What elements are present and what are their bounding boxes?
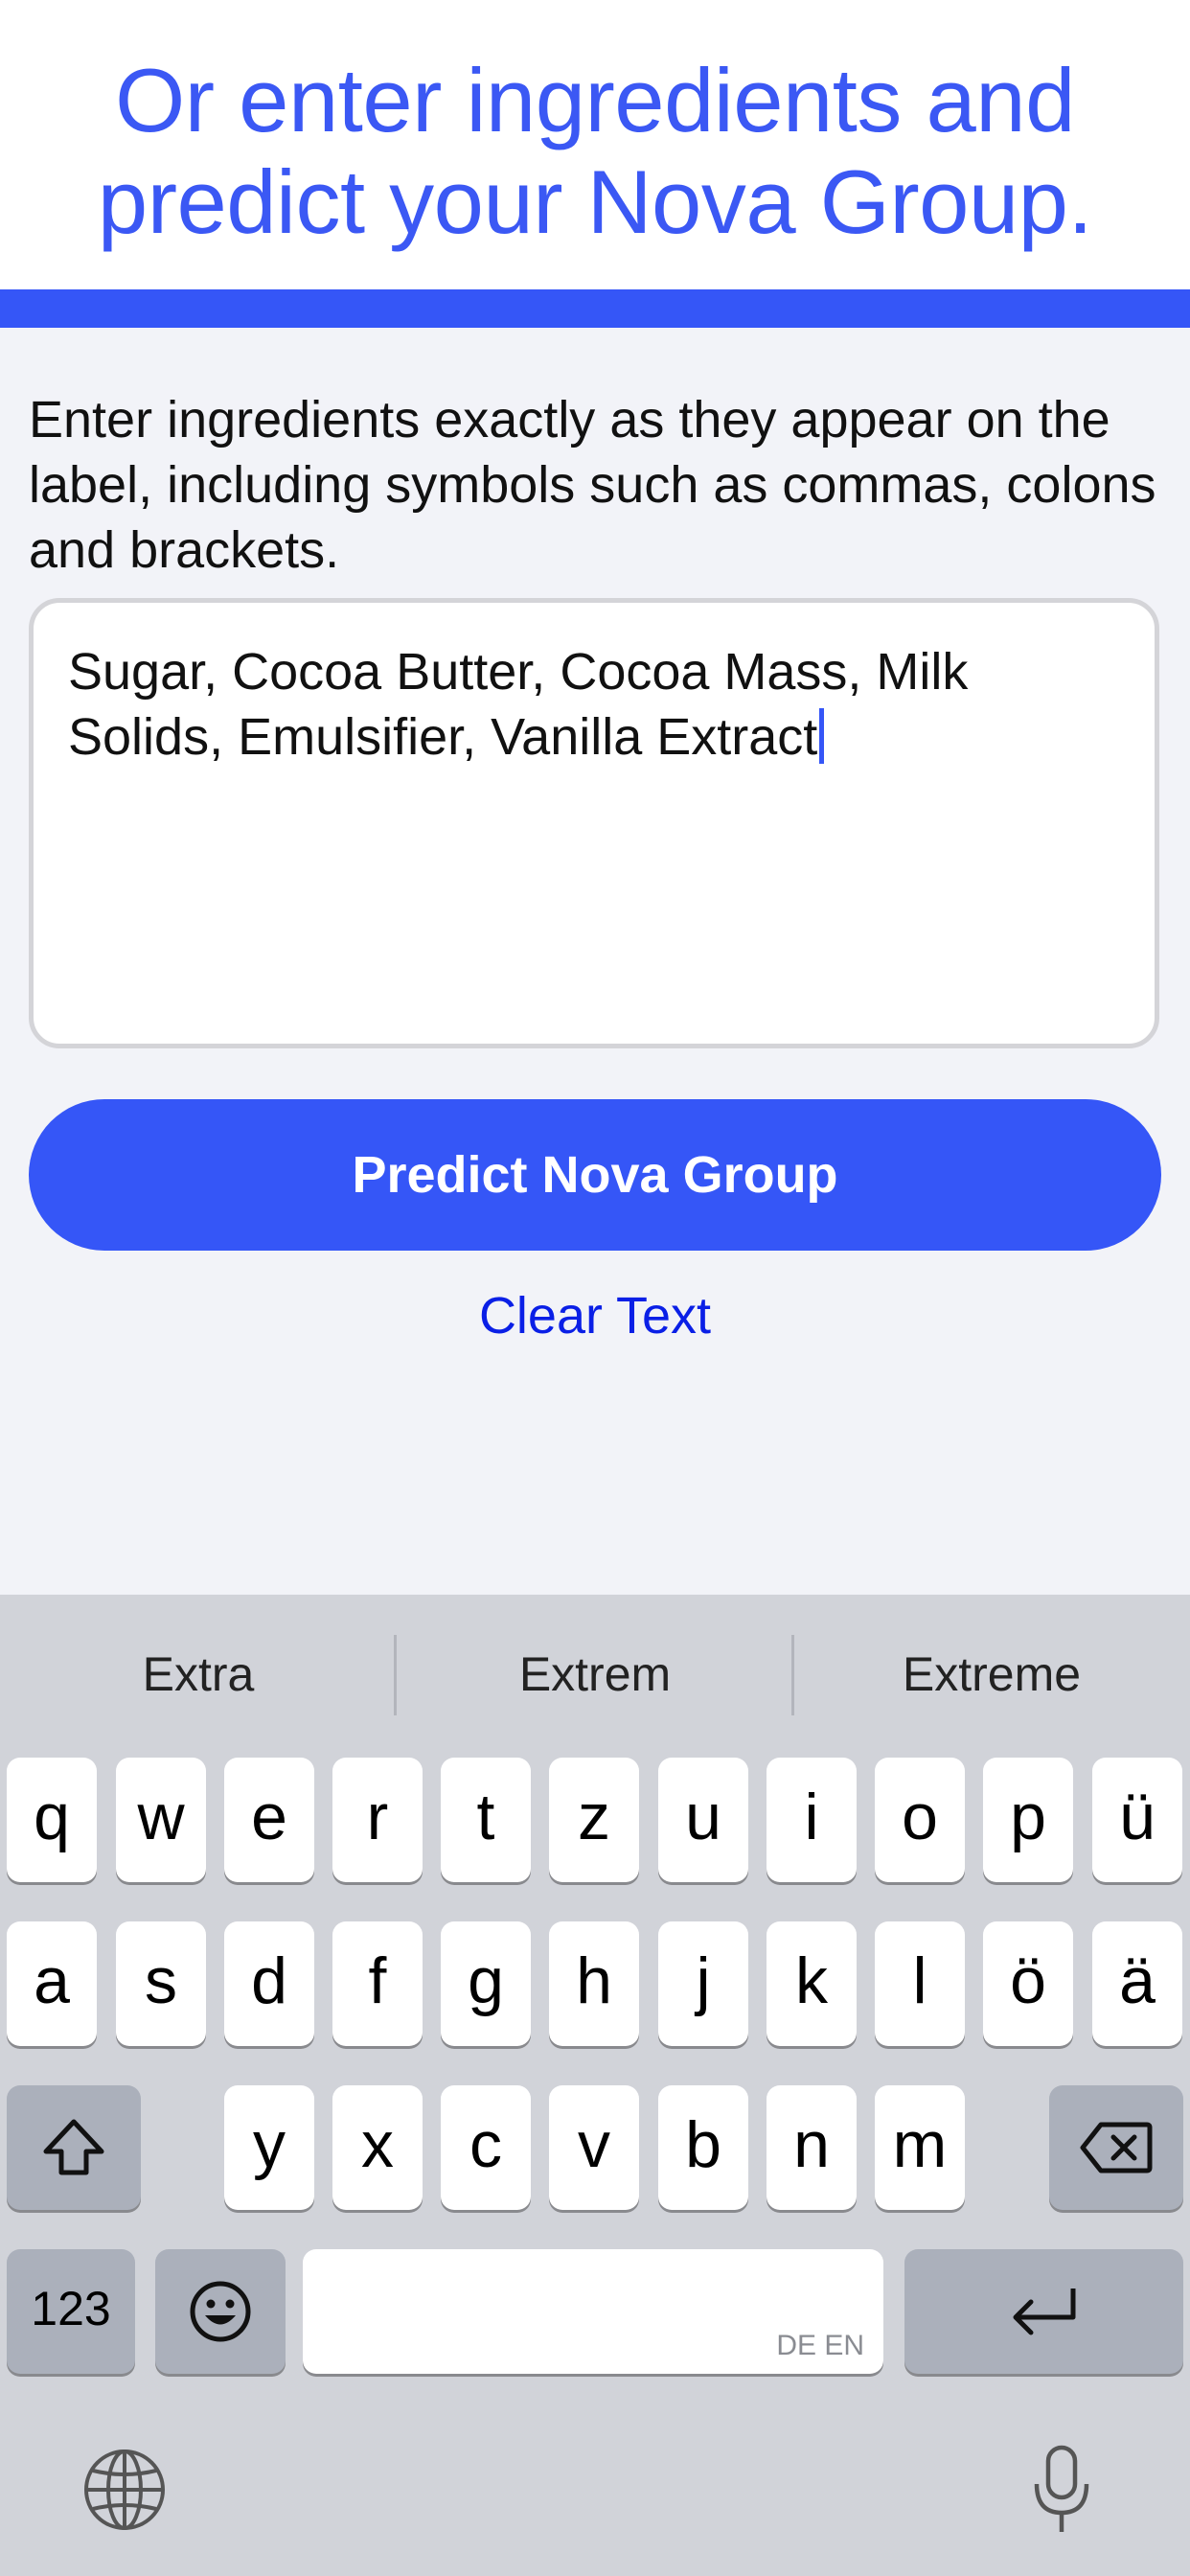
predict-nova-group-button[interactable]: Predict Nova Group [29,1099,1161,1251]
text-caret [819,708,825,764]
key-l[interactable]: l [875,1921,965,2046]
key-t[interactable]: t [441,1758,531,1882]
emoji-key[interactable] [155,2249,286,2374]
key-j[interactable]: j [658,1921,748,2046]
key-k[interactable]: k [767,1921,857,2046]
page-title: Or enter ingredients and predict your No… [0,50,1190,253]
space-key[interactable]: DE EN [303,2249,883,2374]
key-a-umlaut[interactable]: ä [1092,1921,1182,2046]
suggestion-2[interactable]: Extrem [397,1641,793,1708]
key-w[interactable]: w [116,1758,206,1882]
key-p[interactable]: p [983,1758,1073,1882]
return-icon [1013,2288,1075,2335]
key-e[interactable]: e [224,1758,314,1882]
keyboard: Extra Extrem Extreme q w e r t z u i o p… [0,1595,1190,2576]
suggestion-1[interactable]: Extra [0,1641,397,1708]
ingredients-text: Sugar, Cocoa Butter, Cocoa Mass, Milk So… [68,643,969,766]
key-r[interactable]: r [332,1758,423,1882]
key-y[interactable]: y [224,2085,314,2210]
key-o[interactable]: o [875,1758,965,1882]
delete-icon [1080,2122,1153,2174]
key-f[interactable]: f [332,1921,423,2046]
key-a[interactable]: a [7,1921,97,2046]
globe-icon [84,2450,165,2530]
title-line-1: Or enter ingredients and [115,50,1075,150]
key-g[interactable]: g [441,1921,531,2046]
header-accent-bar [0,289,1190,328]
key-d[interactable]: d [224,1921,314,2046]
key-z[interactable]: z [549,1758,639,1882]
key-i[interactable]: i [767,1758,857,1882]
instructions-text: Enter ingredients exactly as they appear… [29,391,1156,579]
key-v[interactable]: v [549,2085,639,2210]
key-u[interactable]: u [658,1758,748,1882]
key-h[interactable]: h [549,1921,639,2046]
space-language-label: DE EN [776,2330,864,2361]
ingredients-input-value[interactable]: Sugar, Cocoa Butter, Cocoa Mass, Milk So… [68,639,1122,770]
suggestion-bar: Extra Extrem Extreme [0,1595,1190,1756]
key-s[interactable]: s [116,1921,206,2046]
key-q[interactable]: q [7,1758,97,1882]
delete-key[interactable] [1049,2085,1183,2210]
ingredients-input[interactable]: Sugar, Cocoa Butter, Cocoa Mass, Milk So… [29,598,1159,1048]
microphone-icon [1034,2445,1089,2532]
key-u-umlaut[interactable]: ü [1092,1758,1182,1882]
return-key[interactable] [904,2249,1183,2374]
key-x[interactable]: x [332,2085,423,2210]
header: Or enter ingredients and predict your No… [0,0,1190,289]
key-o-umlaut[interactable]: ö [983,1921,1073,2046]
numbers-key[interactable]: 123 [7,2249,135,2374]
title-line-2: predict your Nova Group. [97,151,1093,252]
suggestion-3[interactable]: Extreme [793,1641,1190,1708]
emoji-icon [190,2281,251,2342]
globe-button[interactable] [82,2448,167,2537]
key-b[interactable]: b [658,2085,748,2210]
key-n[interactable]: n [767,2085,857,2210]
clear-text-button[interactable]: Clear Text [0,1282,1190,1349]
key-c[interactable]: c [441,2085,531,2210]
microphone-button[interactable] [1030,2444,1093,2541]
shift-icon [43,2119,104,2175]
shift-key[interactable] [7,2085,141,2210]
key-m[interactable]: m [875,2085,965,2210]
